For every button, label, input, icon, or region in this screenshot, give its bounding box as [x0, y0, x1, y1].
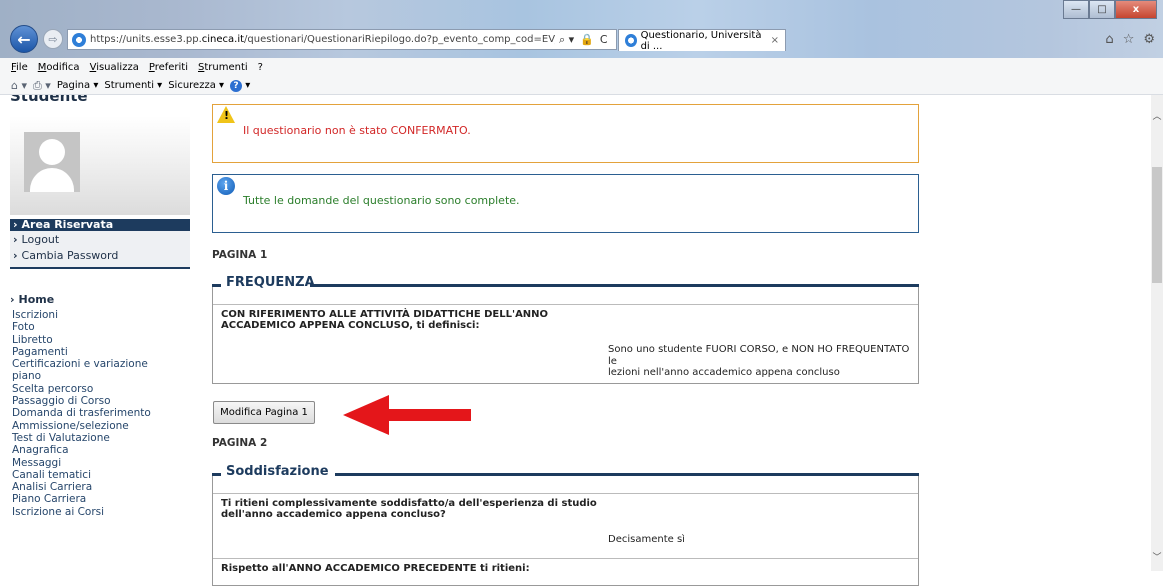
soddisfazione-answer-1: Decisamente sì — [608, 534, 685, 545]
pagina-menu[interactable]: Pagina ▾ — [57, 80, 99, 91]
page1-heading: PAGINA 1 — [212, 249, 268, 261]
menu-help[interactable]: ? — [258, 62, 263, 73]
refresh-icon[interactable]: C — [600, 33, 608, 47]
home-link[interactable]: › Home — [10, 293, 54, 306]
sidebar-item-canali-tematici[interactable]: Canali tematici — [12, 469, 182, 481]
menu-bar: File Modifica Visualizza Preferiti Strum… — [0, 58, 1163, 77]
back-button[interactable]: ← — [10, 25, 38, 53]
avatar — [24, 132, 80, 192]
print-icon[interactable]: ⎙ ▾ — [33, 79, 51, 93]
info-alert: i Tutte le domande del questionario sono… — [212, 174, 919, 233]
tab-close-icon[interactable]: × — [771, 35, 779, 46]
info-message: Tutte le domande del questionario sono c… — [243, 194, 520, 207]
address-bar[interactable]: https://units.esse3.pp.cineca.it/questio… — [67, 29, 617, 50]
home-icon[interactable]: ⌂ — [1105, 32, 1113, 47]
help-icon: ? — [230, 79, 243, 92]
sidebar-item-passaggio-corso[interactable]: Passaggio di Corso — [12, 395, 182, 407]
sidebar-item-certificazioni[interactable]: Certificazioni e variazione — [12, 358, 182, 370]
cambia-password-link[interactable]: › Cambia Password — [13, 249, 118, 262]
page2-heading: PAGINA 2 — [212, 437, 268, 449]
favorites-star-icon[interactable]: ☆ — [1123, 32, 1135, 47]
area-riservata-header[interactable]: › Area Riservata — [10, 219, 190, 231]
home-page-icon[interactable]: ⌂ ▾ — [11, 79, 27, 92]
menu-preferiti[interactable]: Preferiti — [149, 62, 188, 73]
sidebar-item-pagamenti[interactable]: Pagamenti — [12, 346, 182, 358]
sidebar-item-iscrizioni[interactable]: Iscrizioni — [12, 309, 182, 321]
sicurezza-menu[interactable]: Sicurezza ▾ — [168, 80, 224, 91]
sidebar-item-ammissione[interactable]: Ammissione/selezione — [12, 420, 182, 432]
frequenza-answer: Sono uno studente FUORI CORSO, e NON HO … — [608, 344, 910, 378]
menu-modifica[interactable]: Modifica — [38, 62, 80, 73]
info-icon: i — [217, 177, 235, 195]
settings-gear-icon[interactable]: ⚙ — [1143, 32, 1155, 47]
menu-visualizza[interactable]: Visualizza — [90, 62, 139, 73]
sidebar: Studente › Area Riservata › Logout › Cambia… — [10, 95, 190, 571]
red-arrow-annotation — [343, 395, 471, 435]
sidebar-item-messaggi[interactable]: Messaggi — [12, 457, 182, 469]
tab-favicon-icon — [625, 34, 637, 47]
strumenti-menu[interactable]: Strumenti ▾ — [104, 80, 162, 91]
sidebar-item-iscrizione-corsi[interactable]: Iscrizione ai Corsi — [12, 506, 182, 518]
scroll-down-icon[interactable]: ﹀ — [1151, 550, 1163, 563]
sidebar-item-anagrafica[interactable]: Anagrafica — [12, 444, 182, 456]
scroll-up-icon[interactable]: ︿ — [1151, 109, 1163, 122]
forward-button[interactable]: ⇨ — [43, 29, 63, 49]
menu-strumenti[interactable]: Strumenti — [198, 62, 248, 73]
command-bar: ⌂ ▾ ⎙ ▾ Pagina ▾ Strumenti ▾ Sicurezza ▾… — [0, 77, 1163, 95]
maximize-button[interactable]: □ — [1089, 0, 1115, 19]
ie-page-icon — [72, 32, 86, 47]
url-text[interactable]: https://units.esse3.pp.cineca.it/questio… — [90, 34, 555, 45]
sidebar-item-foto[interactable]: Foto — [12, 321, 182, 333]
lock-icon[interactable]: 🔒 — [580, 33, 594, 47]
warning-alert: Il questionario non è stato CONFERMATO. — [212, 104, 919, 163]
scroll-thumb[interactable] — [1152, 167, 1162, 283]
sidebar-item-test-valutazione[interactable]: Test di Valutazione — [12, 432, 182, 444]
tab-title: Questionario, Università di ... — [640, 29, 762, 52]
frequenza-question: CON RIFERIMENTO ALLE ATTIVITÀ DIDATTICHE… — [221, 309, 549, 331]
soddisfazione-question-2: Rispetto all'ANNO ACCADEMICO PRECEDENTE … — [221, 563, 530, 574]
sidebar-item-analisi-carriera[interactable]: Analisi Carriera — [12, 481, 182, 493]
soddisfazione-section: Ti ritieni complessivamente soddisfatto/… — [212, 476, 919, 586]
browser-titlebar: ← ⇨ https://units.esse3.pp.cineca.it/que… — [0, 0, 1163, 58]
sidebar-item-piano-carriera[interactable]: Piano Carriera — [12, 493, 182, 505]
sidebar-nav: Iscrizioni Foto Libretto Pagamenti Certi… — [12, 309, 182, 518]
close-window-button[interactable]: x — [1115, 0, 1157, 19]
minimize-button[interactable]: — — [1063, 0, 1089, 19]
browser-tab[interactable]: Questionario, Università di ... × — [618, 29, 786, 52]
sidebar-item-libretto[interactable]: Libretto — [12, 334, 182, 346]
help-menu[interactable]: ? ▾ — [230, 79, 250, 92]
sidebar-title: Studente — [10, 95, 88, 105]
modifica-pagina-1-button[interactable]: Modifica Pagina 1 — [213, 401, 315, 424]
search-dropdown-icon[interactable]: ⌕ ▾ — [559, 33, 574, 47]
frequenza-section: CON RIFERIMENTO ALLE ATTIVITÀ DIDATTICHE… — [212, 287, 919, 384]
sidebar-item-scelta-percorso[interactable]: Scelta percorso — [12, 383, 182, 395]
area-riservata-links: › Logout › Cambia Password — [10, 231, 190, 269]
logout-link[interactable]: › Logout — [13, 233, 59, 246]
warning-message: Il questionario non è stato CONFERMATO. — [243, 124, 471, 137]
menu-file[interactable]: File — [11, 62, 28, 73]
profile-panel — [10, 116, 190, 215]
warning-icon — [217, 106, 235, 123]
sidebar-item-certificazioni-cont[interactable]: piano — [12, 370, 182, 382]
browser-right-tools: ⌂ ☆ ⚙ — [1105, 32, 1155, 47]
vertical-scrollbar[interactable]: ︿ ﹀ — [1151, 95, 1163, 571]
window-controls: — □ x — [1063, 0, 1157, 19]
soddisfazione-question-1: Ti ritieni complessivamente soddisfatto/… — [221, 498, 597, 520]
sidebar-item-trasferimento[interactable]: Domanda di trasferimento — [12, 407, 182, 419]
